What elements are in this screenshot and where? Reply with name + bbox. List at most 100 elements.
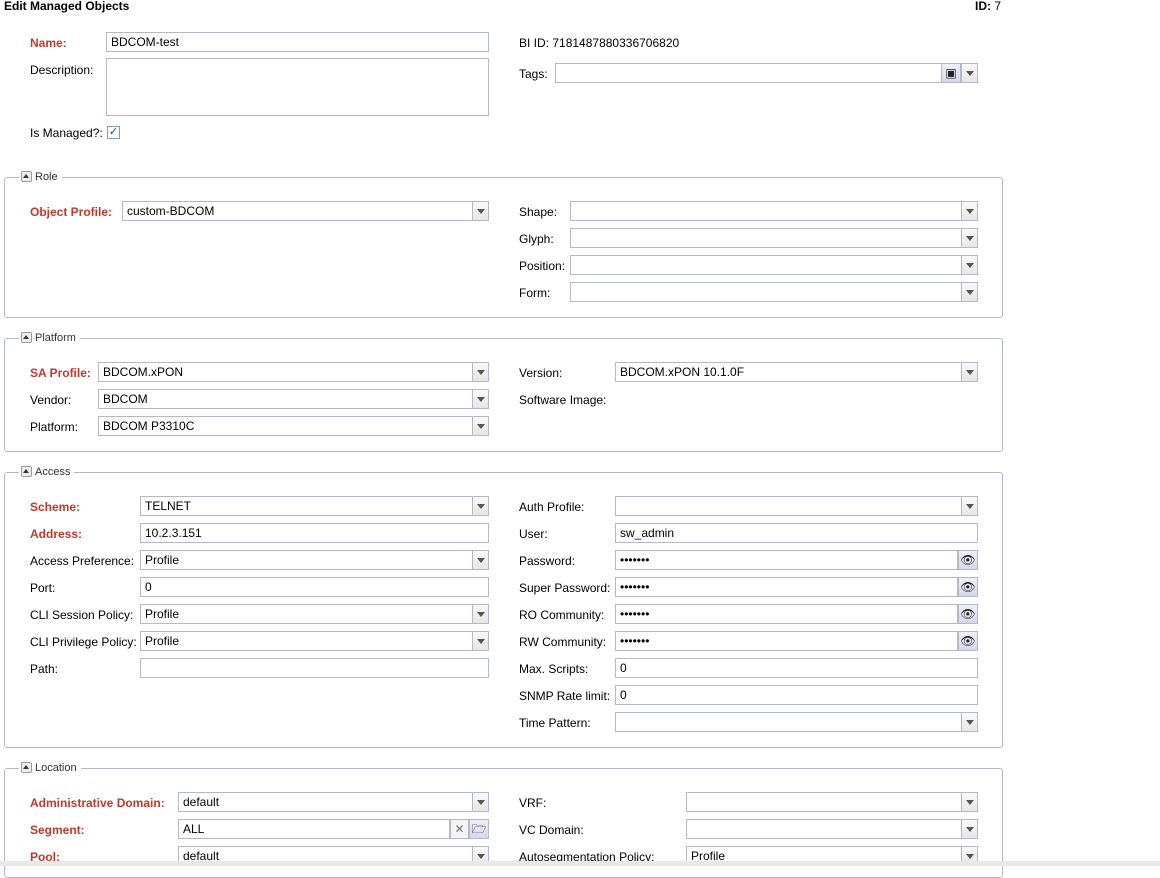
path-label: Path: bbox=[30, 662, 59, 676]
collapse-icon[interactable] bbox=[21, 466, 32, 477]
chevron-down-icon[interactable] bbox=[472, 605, 488, 623]
vc-domain-label: VC Domain: bbox=[519, 823, 584, 837]
platform-select[interactable]: BDCOM P3310C bbox=[98, 416, 489, 436]
path-field[interactable] bbox=[140, 658, 489, 678]
password-field[interactable]: ••••••• bbox=[615, 550, 958, 570]
eye-icon[interactable]: 👁 bbox=[958, 550, 978, 570]
snmp-rate-limit-label: SNMP Rate limit: bbox=[519, 689, 611, 703]
segment-label: Segment: bbox=[30, 823, 85, 837]
version-select[interactable]: BDCOM.xPON 10.1.0F bbox=[615, 362, 978, 382]
auth-profile-label: Auth Profile: bbox=[519, 500, 585, 514]
max-scripts-field[interactable]: 0 bbox=[615, 658, 978, 678]
chevron-down-icon[interactable] bbox=[961, 497, 977, 515]
collapse-icon[interactable] bbox=[21, 171, 32, 182]
vrf-label: VRF: bbox=[519, 796, 547, 810]
chevron-down-icon[interactable] bbox=[472, 793, 488, 811]
collapse-icon[interactable] bbox=[21, 762, 32, 773]
chevron-down-icon[interactable] bbox=[472, 551, 488, 569]
chevron-down-icon[interactable] bbox=[961, 713, 977, 731]
cli-session-policy-select[interactable]: Profile bbox=[140, 604, 489, 624]
access-legend[interactable]: Access bbox=[19, 464, 75, 480]
vendor-select[interactable]: BDCOM bbox=[98, 389, 489, 409]
shape-select[interactable] bbox=[570, 201, 978, 221]
paste-icon[interactable]: ▣ bbox=[941, 64, 960, 82]
folder-icon[interactable]: 🗁 bbox=[469, 819, 489, 839]
super-password-field[interactable]: ••••••• bbox=[615, 577, 958, 597]
chevron-down-icon[interactable] bbox=[472, 497, 488, 515]
bi-id-label: BI ID: 7181487880336706820 bbox=[519, 36, 680, 50]
access-preference-select[interactable]: Profile bbox=[140, 550, 489, 570]
auth-profile-select[interactable] bbox=[615, 496, 978, 516]
form-label: Form: bbox=[519, 286, 551, 300]
rw-community-label: RW Community: bbox=[519, 635, 607, 649]
chevron-down-icon[interactable] bbox=[472, 202, 488, 220]
password-label: Password: bbox=[519, 554, 576, 568]
segment-field[interactable]: ALL bbox=[178, 819, 450, 839]
clear-icon[interactable]: ✕ bbox=[450, 819, 469, 839]
description-label: Description: bbox=[30, 63, 94, 77]
rw-community-field[interactable]: ••••••• bbox=[615, 631, 958, 651]
cli-privilege-policy-label: CLI Privilege Policy: bbox=[30, 635, 137, 649]
chevron-down-icon[interactable] bbox=[961, 363, 977, 381]
name-field[interactable]: BDCOM-test bbox=[106, 32, 489, 52]
shape-label: Shape: bbox=[519, 205, 558, 219]
position-select[interactable] bbox=[570, 255, 978, 275]
chevron-down-icon[interactable] bbox=[961, 820, 977, 838]
max-scripts-label: Max. Scripts: bbox=[519, 662, 589, 676]
administrative-domain-select[interactable]: default bbox=[178, 792, 489, 812]
super-password-label: Super Password: bbox=[519, 581, 611, 595]
is-managed-checkbox[interactable]: ✓ bbox=[107, 126, 120, 139]
glyph-select[interactable] bbox=[570, 228, 978, 248]
snmp-rate-limit-field[interactable]: 0 bbox=[615, 685, 978, 705]
chevron-down-icon[interactable] bbox=[961, 793, 977, 811]
scheme-label: Scheme: bbox=[30, 500, 81, 514]
position-label: Position: bbox=[519, 259, 566, 273]
cli-session-policy-label: CLI Session Policy: bbox=[30, 608, 134, 622]
port-field[interactable]: 0 bbox=[140, 577, 489, 597]
chevron-down-icon[interactable] bbox=[472, 632, 488, 650]
chevron-down-icon[interactable] bbox=[961, 202, 977, 220]
object-profile-label: Object Profile: bbox=[30, 205, 113, 219]
horizontal-scrollbar[interactable] bbox=[0, 861, 1160, 866]
page-title: Edit Managed Objects bbox=[4, 0, 130, 13]
eye-icon[interactable]: 👁 bbox=[958, 631, 978, 651]
port-label: Port: bbox=[30, 581, 56, 595]
is-managed-label: Is Managed?: bbox=[30, 126, 103, 140]
chevron-down-icon[interactable] bbox=[962, 64, 977, 82]
cli-privilege-policy-select[interactable]: Profile bbox=[140, 631, 489, 651]
address-field[interactable]: 10.2.3.151 bbox=[140, 523, 489, 543]
platform-legend[interactable]: Platform bbox=[19, 330, 80, 346]
collapse-icon[interactable] bbox=[21, 332, 32, 343]
chevron-down-icon[interactable] bbox=[961, 283, 977, 301]
sa-profile-select[interactable]: BDCOM.xPON bbox=[98, 362, 489, 382]
sa-profile-label: SA Profile: bbox=[30, 366, 91, 380]
chevron-down-icon[interactable] bbox=[472, 363, 488, 381]
name-label: Name: bbox=[30, 36, 67, 50]
vc-domain-select[interactable] bbox=[686, 819, 978, 839]
vendor-label: Vendor: bbox=[30, 393, 72, 407]
location-legend[interactable]: Location bbox=[19, 760, 81, 776]
tags-label: Tags: bbox=[519, 67, 548, 81]
chevron-down-icon[interactable] bbox=[961, 256, 977, 274]
chevron-down-icon[interactable] bbox=[961, 229, 977, 247]
tags-field[interactable]: ▣ bbox=[555, 63, 961, 83]
user-field[interactable]: sw_admin bbox=[615, 523, 978, 543]
eye-icon[interactable]: 👁 bbox=[958, 577, 978, 597]
ro-community-label: RO Community: bbox=[519, 608, 605, 622]
object-profile-select[interactable]: custom-BDCOM bbox=[122, 201, 489, 221]
ro-community-field[interactable]: ••••••• bbox=[615, 604, 958, 624]
version-label: Version: bbox=[519, 366, 563, 380]
time-pattern-select[interactable] bbox=[615, 712, 978, 732]
tags-dropdown[interactable] bbox=[961, 63, 978, 83]
scheme-select[interactable]: TELNET bbox=[140, 496, 489, 516]
role-legend[interactable]: Role bbox=[19, 169, 62, 185]
eye-icon[interactable]: 👁 bbox=[958, 604, 978, 624]
chevron-down-icon[interactable] bbox=[472, 390, 488, 408]
description-field[interactable] bbox=[106, 58, 489, 116]
chevron-down-icon[interactable] bbox=[472, 417, 488, 435]
address-label: Address: bbox=[30, 527, 83, 541]
vrf-select[interactable] bbox=[686, 792, 978, 812]
form-select[interactable] bbox=[570, 282, 978, 302]
time-pattern-label: Time Pattern: bbox=[519, 716, 591, 730]
glyph-label: Glyph: bbox=[519, 232, 554, 246]
